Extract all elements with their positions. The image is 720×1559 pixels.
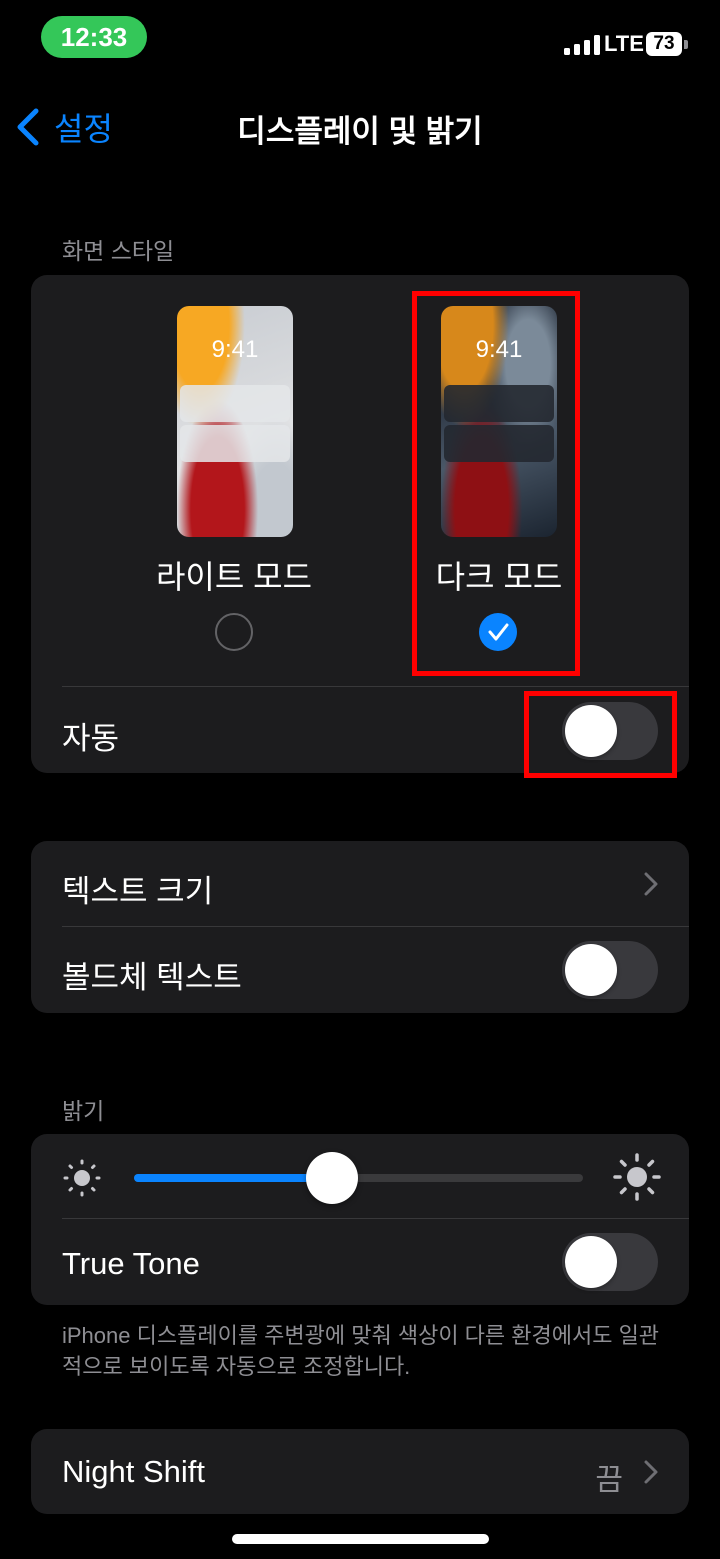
- night-shift-row[interactable]: Night Shift 끔: [31, 1429, 689, 1514]
- light-preview-clock: 9:41: [211, 336, 259, 363]
- light-mode-label: 라이트 모드: [155, 559, 313, 595]
- auto-toggle-highlight: [524, 691, 677, 778]
- bold-text-label: 볼드체 텍스트: [62, 960, 242, 995]
- home-indicator: [232, 1534, 489, 1544]
- network-type: LTE: [604, 31, 644, 56]
- night-shift-value: 끔: [595, 1464, 623, 1497]
- text-size-label: 텍스트 크기: [62, 874, 214, 909]
- chevron-right-icon: [644, 1460, 658, 1484]
- battery-icon: 73: [646, 32, 682, 56]
- separator: [62, 926, 689, 927]
- slider-fill: [134, 1174, 332, 1182]
- true-tone-toggle[interactable]: [562, 1233, 658, 1291]
- appearance-section-label: 화면 스타일: [62, 238, 175, 264]
- sun-small-icon: [63, 1159, 101, 1197]
- brightness-section-label: 밝기: [62, 1098, 105, 1124]
- sun-large-icon: [613, 1153, 661, 1201]
- chevron-right-icon: [644, 872, 658, 896]
- toggle-knob: [565, 944, 617, 996]
- brightness-group: True Tone: [31, 1134, 689, 1305]
- separator: [62, 1218, 689, 1219]
- night-shift-label: Night Shift: [62, 1454, 206, 1489]
- cellular-signal-icon: [564, 35, 600, 55]
- slider-thumb[interactable]: [305, 1152, 358, 1204]
- true-tone-label: True Tone: [62, 1246, 200, 1281]
- text-group: 텍스트 크기 볼드체 텍스트: [31, 841, 689, 1013]
- auto-label: 자동: [62, 721, 120, 756]
- light-mode-radio[interactable]: [215, 613, 253, 651]
- true-tone-footnote: iPhone 디스플레이를 주변광에 맞춰 색상이 다른 환경에서도 일관적으로…: [62, 1323, 660, 1379]
- light-preview-notification: [180, 425, 290, 462]
- light-mode-preview: 9:41: [177, 306, 293, 537]
- brightness-slider[interactable]: [134, 1152, 583, 1204]
- separator: [62, 686, 689, 687]
- light-preview-notification: [180, 385, 290, 422]
- toggle-knob: [565, 1236, 617, 1288]
- status-time: 12:33: [41, 16, 147, 58]
- bold-text-toggle[interactable]: [562, 941, 658, 999]
- page-title: 디스플레이 및 밝기: [237, 114, 483, 149]
- text-size-row[interactable]: 텍스트 크기: [31, 841, 689, 927]
- dark-mode-highlight: [412, 291, 580, 676]
- battery-tip: [684, 40, 688, 49]
